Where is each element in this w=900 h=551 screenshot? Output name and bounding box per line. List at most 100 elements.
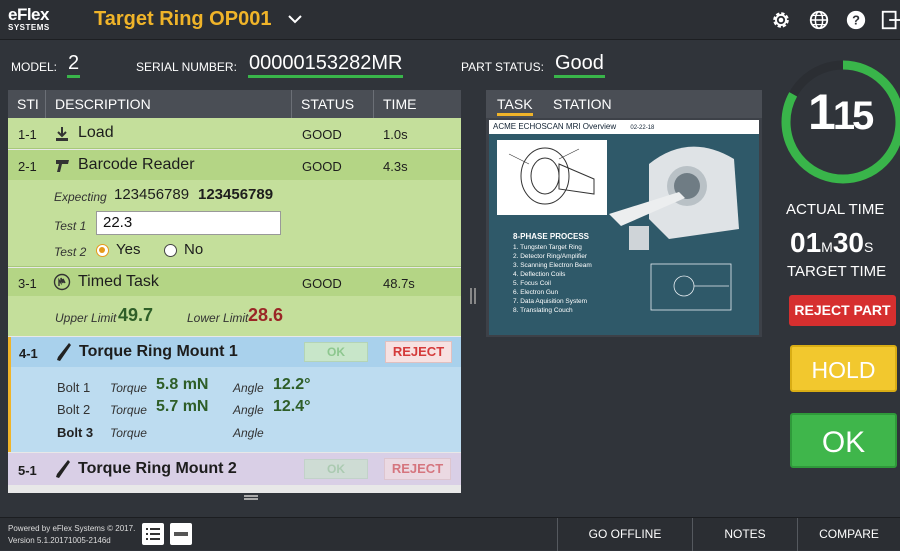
notes-button[interactable]: NOTES	[692, 518, 797, 551]
process-item: 1. Tungsten Target Ring	[513, 244, 582, 251]
serial-label: SERIAL NUMBER:	[136, 60, 237, 74]
process-item: 8. Translating Couch	[513, 307, 573, 314]
step-description: Load	[78, 124, 114, 141]
step-row-timed: 3-1 Timed Task GOOD 48.7s Upper Limit 49…	[8, 268, 461, 336]
process-item: 3. Scanning Electron Beam	[513, 262, 592, 269]
angle-label: Angle	[233, 403, 264, 417]
target-minutes: 01	[790, 227, 822, 258]
timer-value: 115	[808, 84, 874, 144]
bolt-name: Bolt 3	[57, 425, 94, 440]
tab-task[interactable]: TASK	[497, 90, 533, 116]
bolt-angle: 12.2°	[273, 376, 311, 393]
wrench-icon	[56, 460, 70, 478]
eflex-logo: eFlex SYSTEMS	[8, 6, 70, 34]
tab-station[interactable]: STATION	[553, 90, 612, 118]
step-status: GOOD	[302, 276, 342, 291]
ok-button[interactable]: OK	[304, 459, 368, 479]
logo-subtext: SYSTEMS	[8, 23, 50, 32]
task-panel: TASK STATION ACME ECHOSCAN MRI Overview …	[486, 90, 762, 337]
step-status: GOOD	[302, 127, 342, 142]
torque-label: Torque	[110, 381, 147, 395]
lower-limit-value: 28.6	[248, 305, 284, 325]
bolt-name: Bolt 1	[57, 380, 91, 395]
process-item: 2. Detector Ring/Amplifier	[513, 253, 588, 260]
top-bar: eFlex SYSTEMS Target Ring OP001 ?	[0, 0, 900, 40]
bottom-bar: Powered by eFlex Systems © 2017. Version…	[0, 517, 900, 551]
reject-button[interactable]: REJECT	[385, 341, 452, 363]
step-row[interactable]: 1-1 Load GOOD 1.0s	[8, 118, 461, 149]
step-number: 4-1	[19, 346, 38, 361]
angle-label: Angle	[233, 426, 264, 440]
process-item: 6. Electron Gun	[513, 289, 559, 296]
target-seconds: 30	[832, 227, 864, 258]
step-number: 3-1	[18, 276, 37, 291]
hand-icon	[53, 273, 71, 291]
step-time: 48.7s	[383, 276, 415, 291]
work-instruction-document[interactable]: ACME ECHOSCAN MRI Overview 02-22-18 8-PH…	[489, 120, 759, 335]
target-time-label: TARGET TIME	[787, 263, 887, 280]
ok-button[interactable]: OK	[304, 342, 368, 362]
step-number: 2-1	[18, 159, 37, 174]
step-time: 1.0s	[383, 127, 408, 142]
go-offline-button[interactable]: GO OFFLINE	[557, 518, 692, 551]
exit-icon[interactable]	[880, 9, 900, 31]
bolt-angle: 12.4°	[273, 398, 311, 415]
yes-radio[interactable]	[96, 244, 109, 257]
vertical-splitter-handle[interactable]	[470, 288, 476, 304]
timer-minor: 15	[832, 94, 874, 138]
compare-button[interactable]: COMPARE	[797, 518, 900, 551]
step-number: 5-1	[18, 463, 37, 478]
serial-value: 00000153282MR	[248, 52, 404, 78]
globe-icon[interactable]	[808, 9, 830, 31]
process-list: 1. Tungsten Target Ring 2. Detector Ring/…	[513, 243, 648, 315]
barcode-gun-icon	[56, 160, 69, 172]
compact-view-icon[interactable]	[170, 523, 192, 545]
process-item: 4. Deflection Coils	[513, 271, 566, 278]
part-status-label: PART STATUS:	[461, 60, 544, 74]
actual-time-label: ACTUAL TIME	[786, 201, 885, 218]
step-row-torque2[interactable]: 5-1 Torque Ring Mount 2 OK REJECT	[8, 453, 461, 485]
expecting-label: Expecting	[54, 190, 107, 204]
list-view-icon[interactable]	[142, 523, 164, 545]
angle-label: Angle	[233, 381, 264, 395]
chevron-down-icon[interactable]	[286, 10, 304, 28]
step-row-torque1: 4-1 Torque Ring Mount 1 OK REJECT Bolt 1…	[8, 337, 461, 452]
reject-part-button[interactable]: REJECT PART	[789, 295, 896, 326]
hold-button[interactable]: HOLD	[790, 345, 897, 392]
help-icon[interactable]: ?	[845, 9, 867, 31]
test2-label: Test 2	[54, 245, 87, 259]
step-row-barcode: 2-1 Barcode Reader GOOD 4.3s Expecting 1…	[8, 150, 461, 267]
document-date: 02-22-18	[630, 125, 655, 131]
upper-limit-value: 49.7	[118, 305, 154, 325]
col-description: DESCRIPTION	[46, 90, 292, 118]
process-title: 8-PHASE PROCESS	[513, 232, 590, 241]
scanned-barcode: 123456789	[198, 186, 274, 203]
gear-icon[interactable]	[770, 9, 792, 31]
test1-input[interactable]: 22.3	[96, 211, 281, 235]
powered-by: Powered by eFlex Systems © 2017.	[8, 524, 136, 533]
step-description: Torque Ring Mount 1	[79, 343, 238, 360]
step-description: Torque Ring Mount 2	[78, 460, 237, 477]
info-bar: MODEL: 2 SERIAL NUMBER: 00000153282MR PA…	[0, 41, 775, 89]
document-title: ACME ECHOSCAN MRI Overview	[493, 122, 617, 131]
seconds-unit: S	[863, 239, 874, 255]
expected-barcode: 123456789	[114, 186, 190, 203]
horizontal-splitter-handle[interactable]	[244, 495, 258, 500]
ok-button-main[interactable]: OK	[790, 413, 897, 468]
model-label: MODEL:	[11, 60, 58, 74]
logo-text: eFlex	[8, 5, 49, 24]
process-item: 5. Focus Coil	[513, 280, 551, 287]
download-icon	[56, 127, 68, 141]
page-title[interactable]: Target Ring OP001	[94, 8, 271, 31]
wrench-icon	[57, 343, 71, 361]
reject-button[interactable]: REJECT	[384, 458, 451, 480]
minutes-unit: M	[821, 239, 833, 255]
bolt-name: Bolt 2	[57, 402, 91, 417]
target-time-value: 01M30S	[790, 227, 873, 259]
test1-label: Test 1	[54, 219, 87, 233]
col-status: STATUS	[292, 90, 374, 118]
timer-major: 1	[808, 84, 836, 140]
step-description: Barcode Reader	[78, 156, 195, 173]
no-radio[interactable]	[164, 244, 177, 257]
step-status: GOOD	[302, 159, 342, 174]
